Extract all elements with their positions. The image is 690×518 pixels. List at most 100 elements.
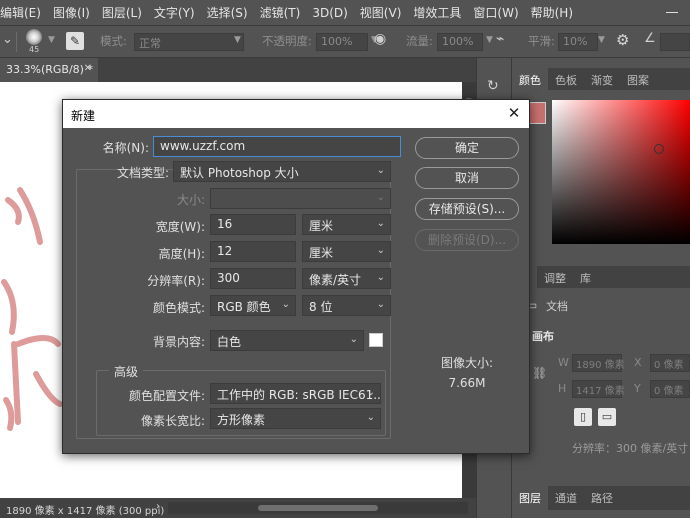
tab-gradients[interactable]: 渐变 <box>584 68 620 90</box>
height-unit-select[interactable]: 厘米 ⌄ <box>302 241 391 262</box>
brush-panel-icon[interactable]: ✎ <box>66 32 84 50</box>
pressure-opacity-icon[interactable]: ◉ <box>374 31 386 47</box>
tab-color[interactable]: 颜色 <box>512 68 548 90</box>
opacity-input[interactable]: 100% <box>316 33 368 51</box>
flow-input[interactable]: 100% <box>437 33 483 51</box>
menu-type[interactable]: 文字(Y) <box>148 4 201 21</box>
mode-label: 模式: <box>100 34 127 48</box>
brush-size-value: 45 <box>29 45 40 54</box>
flow-dropdown-icon[interactable]: ▼ <box>486 35 493 45</box>
link-icon[interactable]: ⛓ <box>532 366 547 380</box>
canvas-y-input[interactable]: 0 像素 <box>650 380 690 398</box>
size-label: 大小: <box>176 193 205 207</box>
tab-adjustments[interactable]: 调整 <box>537 266 573 288</box>
cancel-button[interactable]: 取消 <box>415 167 519 189</box>
close-icon[interactable]: ✕ <box>84 63 92 74</box>
background-select[interactable]: 白色 ⌄ <box>210 330 364 351</box>
tab-layers[interactable]: 图层 <box>512 486 548 510</box>
x-label: X <box>634 356 642 369</box>
history-icon[interactable]: ↻ <box>487 78 499 94</box>
menu-filter[interactable]: 滤镜(T) <box>254 4 307 21</box>
resolution-label: 分辨率(R): <box>147 274 205 288</box>
minimize-icon[interactable] <box>664 4 680 20</box>
color-profile-select[interactable]: 工作中的 RGB: sRGB IEC61... ⌄ <box>210 383 381 404</box>
width-unit-select[interactable]: 厘米 ⌄ <box>302 214 391 235</box>
horizontal-scroll-thumb[interactable] <box>258 505 378 511</box>
smooth-label: 平滑: <box>528 34 555 48</box>
document-tab[interactable]: 33.3%(RGB/8) * ✕ <box>0 58 98 82</box>
angle-input[interactable] <box>660 33 690 51</box>
canvas-height-input[interactable]: 1417 像素 <box>572 380 625 398</box>
height-label: 高度(H): <box>158 247 205 261</box>
w-label: W <box>558 356 569 369</box>
delete-preset-button[interactable]: 删除预设(D)... <box>415 229 519 251</box>
smooth-dropdown-icon[interactable]: ▼ <box>598 35 605 45</box>
portrait-orientation-icon[interactable]: ▯ <box>574 408 592 426</box>
chevron-down-icon: ⌄ <box>376 192 385 203</box>
brush-preview-icon[interactable] <box>26 29 42 45</box>
background-value: 白色 <box>217 335 242 349</box>
color-panel-tabs: 颜色 色板 渐变 图案 <box>512 68 690 90</box>
chevron-down-icon[interactable]: ⌄ <box>2 32 13 47</box>
color-picker-cursor[interactable] <box>654 144 664 154</box>
chevron-down-icon: ⌄ <box>376 299 385 310</box>
mode-select[interactable]: 正常 <box>134 33 244 51</box>
ok-button[interactable]: 确定 <box>415 137 519 159</box>
menu-edit[interactable]: 编辑(E) <box>0 4 47 21</box>
color-panel <box>512 90 690 260</box>
document-type-select[interactable]: 默认 Photoshop 大小 ⌄ <box>173 161 391 182</box>
tab-channels[interactable]: 通道 <box>548 486 584 510</box>
pixel-aspect-value: 方形像素 <box>217 413 266 427</box>
color-profile-value: 工作中的 RGB: sRGB IEC61... <box>217 388 381 402</box>
document-type-value: 默认 Photoshop 大小 <box>180 166 299 180</box>
opacity-label: 不透明度: <box>262 34 312 48</box>
airbrush-icon[interactable]: ⌁ <box>496 31 504 47</box>
chevron-down-icon: ⌄ <box>366 412 375 423</box>
chevron-right-icon[interactable]: › <box>156 501 160 512</box>
properties-panel: ▭ 文档 画布 W 1890 像素 X 0 像素 ⛓ H 1417 像素 Y 0… <box>512 288 690 486</box>
menu-view[interactable]: 视图(V) <box>354 4 408 21</box>
height-input[interactable]: 12 <box>210 241 296 262</box>
smooth-input[interactable]: 10% <box>558 33 598 51</box>
width-label: 宽度(W): <box>155 220 205 234</box>
gear-icon[interactable]: ⚙ <box>616 31 629 49</box>
menu-help[interactable]: 帮助(H) <box>525 4 579 21</box>
menu-3d[interactable]: 3D(D) <box>306 6 353 20</box>
tab-libraries[interactable]: 库 <box>573 266 598 288</box>
bit-depth-select[interactable]: 8 位 ⌄ <box>302 295 391 316</box>
document-name-input[interactable]: www.uzzf.com <box>153 136 401 157</box>
mode-dropdown-icon[interactable]: ▼ <box>234 35 241 45</box>
landscape-orientation-icon[interactable]: ▭ <box>598 408 616 426</box>
menu-image[interactable]: 图像(I) <box>47 4 96 21</box>
tab-swatches[interactable]: 色板 <box>548 68 584 90</box>
pixel-aspect-select[interactable]: 方形像素 ⌄ <box>210 408 381 429</box>
color-mode-select[interactable]: RGB 颜色 ⌄ <box>210 295 296 316</box>
color-mode-value: RGB 颜色 <box>217 300 271 314</box>
save-preset-button[interactable]: 存储预设(S)... <box>415 198 519 220</box>
tab-paths[interactable]: 路径 <box>584 486 620 510</box>
menu-plugins[interactable]: 增效工具 <box>407 4 467 21</box>
bit-depth-value: 8 位 <box>309 300 333 314</box>
close-icon[interactable]: ✕ <box>505 104 523 122</box>
status-bar: 1890 像素 x 1417 像素 (300 ppi) › <box>0 498 476 518</box>
canvas-width-input[interactable]: 1890 像素 <box>572 354 625 372</box>
document-tab-bar: 33.3%(RGB/8) * ✕ <box>0 58 476 82</box>
brush-dropdown-icon[interactable]: ▼ <box>48 35 55 45</box>
menu-select[interactable]: 选择(S) <box>201 4 254 21</box>
menu-layer[interactable]: 图层(L) <box>96 4 148 21</box>
document-dimensions: 1890 像素 x 1417 像素 (300 ppi) <box>6 506 165 517</box>
angle-icon[interactable]: ∠ <box>644 31 656 46</box>
resolution-unit-select[interactable]: 像素/英寸 ⌄ <box>302 268 391 289</box>
size-select: ⌄ <box>210 188 391 209</box>
separator <box>16 32 17 52</box>
resolution-input[interactable]: 300 <box>210 268 296 289</box>
color-picker-field[interactable] <box>552 100 690 244</box>
image-size-value: 7.66M <box>448 376 486 390</box>
background-color-swatch[interactable] <box>369 333 383 347</box>
menu-window[interactable]: 窗口(W) <box>467 4 524 21</box>
horizontal-scrollbar[interactable] <box>168 502 468 514</box>
h-label: H <box>558 382 567 395</box>
tab-patterns[interactable]: 图案 <box>620 68 656 90</box>
width-input[interactable]: 16 <box>210 214 296 235</box>
canvas-x-input[interactable]: 0 像素 <box>650 354 690 372</box>
